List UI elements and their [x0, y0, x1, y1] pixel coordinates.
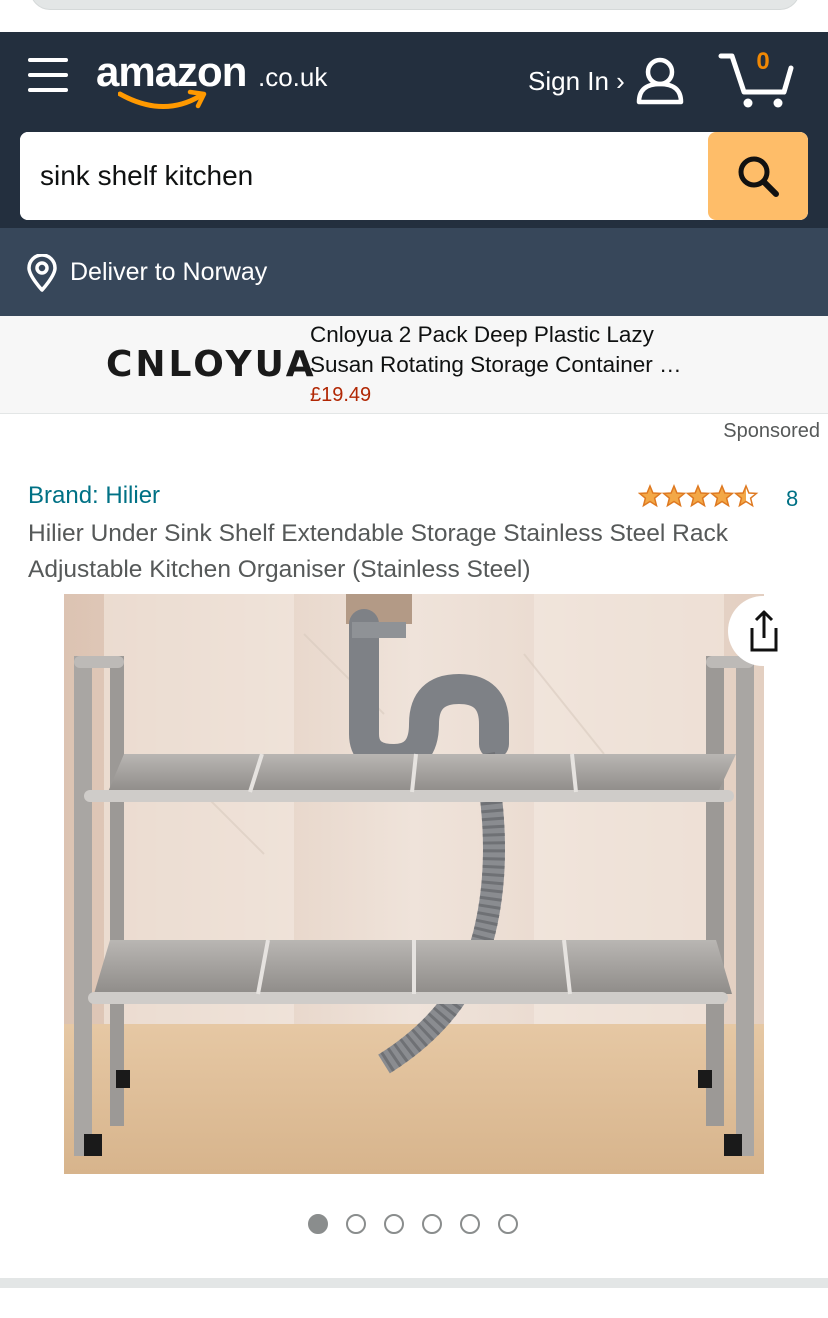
product-photo [64, 594, 764, 1174]
ad-price: £19.49 [310, 384, 372, 406]
browser-address-pill[interactable] [30, 0, 800, 10]
carousel-dot[interactable] [346, 1214, 366, 1234]
user-icon[interactable] [634, 54, 686, 106]
share-icon [750, 610, 778, 652]
carousel-dot[interactable] [422, 1214, 442, 1234]
location-pin-icon [27, 254, 57, 292]
carousel-dot[interactable] [460, 1214, 480, 1234]
star-icon [734, 485, 758, 507]
search-input[interactable] [20, 132, 710, 220]
ad-title-line-1: Cnloyua 2 Pack Deep Plastic Lazy [310, 322, 654, 347]
section-divider [0, 1278, 828, 1288]
search-bar [20, 132, 808, 220]
carousel-dot[interactable] [498, 1214, 518, 1234]
brand-link[interactable]: Brand: Hilier [28, 482, 160, 510]
sponsored-label: Sponsored [723, 420, 820, 442]
cart-count-badge: 0 [756, 48, 770, 75]
search-icon [738, 156, 779, 197]
star-rating[interactable] [638, 482, 762, 510]
ad-title[interactable]: Cnloyua 2 Pack Deep Plastic Lazy Susan R… [310, 320, 720, 380]
star-icon [710, 485, 734, 507]
delivery-text: Deliver to Norway [70, 258, 268, 286]
star-icon [686, 485, 710, 507]
rating-count-link[interactable]: 8 [786, 486, 798, 512]
search-button[interactable] [708, 132, 808, 220]
menu-icon[interactable] [28, 58, 68, 98]
star-icon [662, 485, 686, 507]
logo-smile-icon [118, 89, 207, 109]
sponsored-ad-banner[interactable]: CNLOYUA Cnloyua 2 Pack Deep Plastic Lazy… [0, 316, 828, 414]
carousel-dot[interactable] [384, 1214, 404, 1234]
delivery-location-bar[interactable]: Deliver to Norway [0, 228, 828, 316]
logo-domain: .co.uk [258, 62, 328, 92]
product-title[interactable]: Hilier Under Sink Shelf Extendable Stora… [28, 516, 808, 588]
share-button[interactable] [728, 596, 828, 666]
ad-title-line-2: Susan Rotating Storage Container … [310, 352, 682, 377]
star-icon [638, 485, 662, 507]
ad-brand-logo: CNLOYUA [106, 344, 317, 385]
sign-in-link[interactable]: Sign In › [528, 66, 625, 97]
carousel-dot[interactable] [308, 1214, 328, 1234]
product-image[interactable] [64, 594, 764, 1174]
amazon-logo[interactable]: amazon .co.uk [96, 48, 346, 112]
site-header: amazon .co.uk Sign In › 0 [0, 32, 828, 228]
